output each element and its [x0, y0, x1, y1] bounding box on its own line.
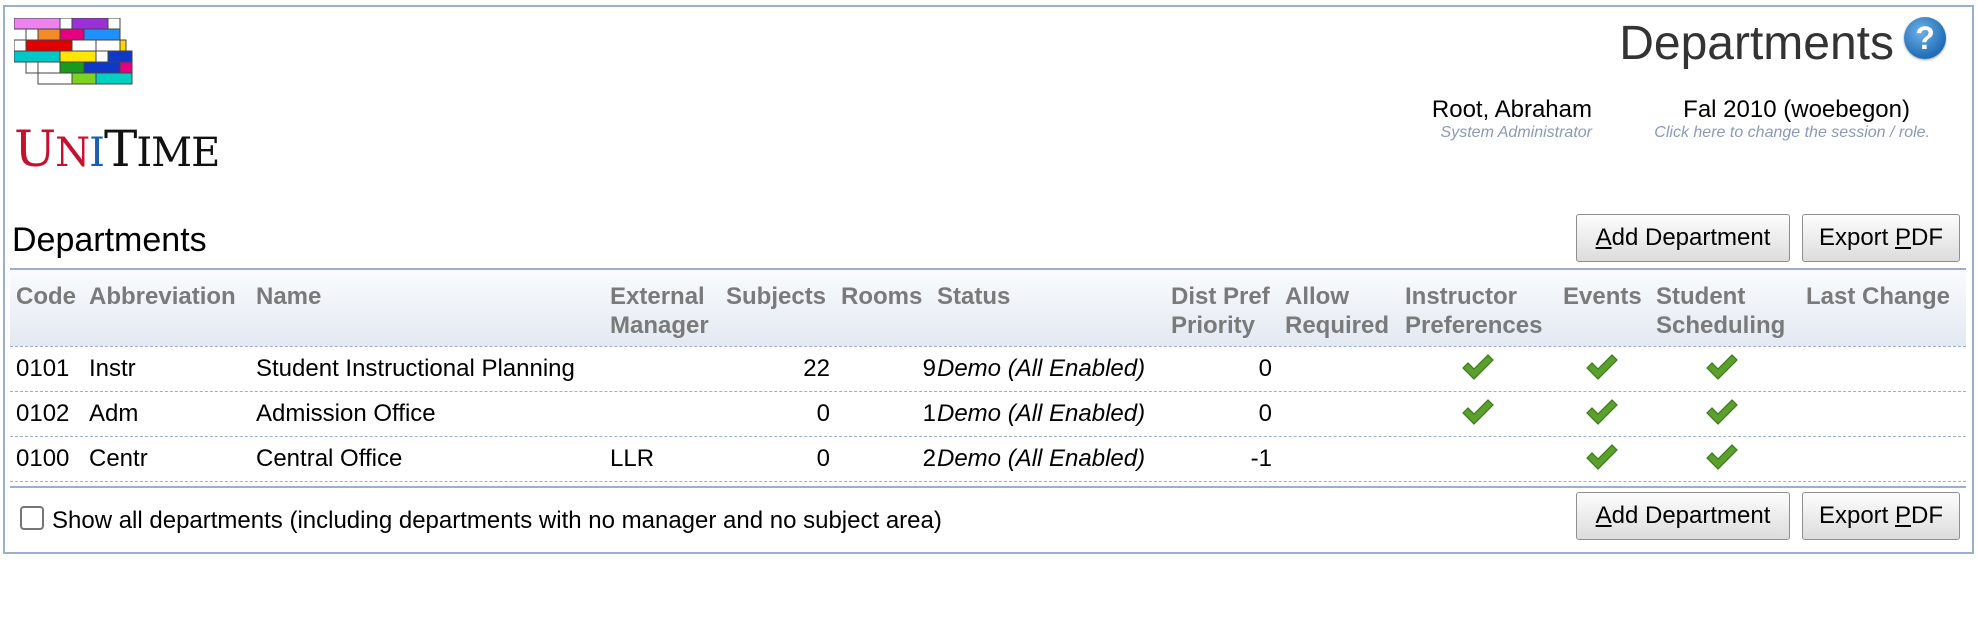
cell-dist-pref-priority: 0	[1258, 400, 1272, 427]
user-info[interactable]: Root, Abraham System Administrator	[1432, 96, 1592, 142]
student-scheduling-check-icon	[1706, 399, 1738, 425]
col-rooms[interactable]: Rooms	[841, 282, 922, 311]
col-abbreviation[interactable]: Abbreviation	[89, 282, 236, 311]
show-all-departments-checkbox[interactable]	[20, 506, 44, 530]
col-status[interactable]: Status	[937, 282, 1010, 311]
col-events[interactable]: Events	[1563, 282, 1642, 311]
session-name[interactable]: Fal 2010 (woebegon)	[1654, 96, 1910, 124]
cell-subjects: 22	[803, 355, 830, 382]
events-check-icon	[1586, 399, 1618, 425]
table-row[interactable]: 0100 Centr Central Office LLR 0 2 Demo (All En…	[10, 437, 1966, 482]
cell-rooms: 9	[922, 355, 936, 382]
cell-rooms: 1	[922, 400, 936, 427]
events-check-icon	[1586, 354, 1618, 380]
cell-dist-pref-priority: -1	[1250, 445, 1272, 472]
session-info[interactable]: Fal 2010 (woebegon) Click here to change…	[1654, 96, 1930, 142]
cell-name: Central Office	[256, 445, 403, 472]
col-name[interactable]: Name	[256, 282, 321, 311]
export-pdf-button-bottom[interactable]: Export PDF	[1802, 492, 1960, 540]
page-title: Departments	[1619, 17, 1894, 70]
user-name[interactable]: Root, Abraham	[1432, 96, 1592, 124]
cell-rooms: 2	[922, 445, 936, 472]
unitime-logo-grid	[14, 18, 133, 85]
cell-external-manager: LLR	[610, 445, 655, 472]
col-last-change[interactable]: Last Change	[1806, 282, 1950, 311]
col-instructor-preferences[interactable]: Instructor Preferences	[1405, 282, 1542, 340]
col-student-scheduling[interactable]: Student Scheduling	[1656, 282, 1785, 340]
cell-code: 0100	[16, 445, 70, 472]
col-external-manager[interactable]: External Manager	[610, 282, 709, 340]
cell-status: Demo (All Enabled)	[937, 355, 1146, 382]
col-code[interactable]: Code	[16, 282, 76, 311]
col-dist-pref-priority[interactable]: Dist Pref Priority	[1171, 282, 1270, 340]
session-hint[interactable]: Click here to change the session / role.	[1654, 124, 1930, 142]
table-header: Code Abbreviation Name External Manager S…	[10, 270, 1966, 347]
unitime-logo-text: UNITIME	[14, 120, 220, 178]
table-row[interactable]: 0102 Adm Admission Office 0 1 Demo (All Enabl…	[10, 392, 1966, 437]
export-pdf-button[interactable]: Export PDF	[1802, 214, 1960, 262]
instructor-preferences-check-icon	[1462, 399, 1494, 425]
cell-abbreviation: Adm	[89, 400, 139, 427]
cell-abbreviation: Instr	[89, 355, 136, 382]
cell-code: 0102	[16, 400, 70, 427]
cell-name: Student Instructional Planning	[256, 355, 575, 382]
events-check-icon	[1586, 444, 1618, 470]
cell-subjects: 0	[816, 445, 830, 472]
user-role: System Administrator	[1440, 124, 1592, 141]
add-department-button-bottom[interactable]: Add Department	[1576, 492, 1790, 540]
help-icon[interactable]: ?	[1904, 17, 1946, 59]
cell-status: Demo (All Enabled)	[937, 400, 1146, 427]
cell-status: Demo (All Enabled)	[937, 445, 1146, 472]
col-subjects[interactable]: Subjects	[726, 282, 826, 311]
cell-abbreviation: Centr	[89, 445, 148, 472]
col-allow-required[interactable]: Allow Required	[1285, 282, 1389, 340]
cell-code: 0101	[16, 355, 70, 382]
add-department-button[interactable]: Add Department	[1576, 214, 1790, 262]
table-row[interactable]: 0101 Instr Student Instructional Planning 2…	[10, 347, 1966, 392]
section-title: Departments	[12, 221, 207, 259]
show-all-departments-label[interactable]: Show all departments (including departme…	[52, 506, 942, 536]
student-scheduling-check-icon	[1706, 354, 1738, 380]
student-scheduling-check-icon	[1706, 444, 1738, 470]
instructor-preferences-check-icon	[1462, 354, 1494, 380]
cell-name: Admission Office	[256, 400, 436, 427]
cell-dist-pref-priority: 0	[1258, 355, 1272, 382]
cell-subjects: 0	[816, 400, 830, 427]
table-bottom-divider	[10, 486, 1966, 488]
